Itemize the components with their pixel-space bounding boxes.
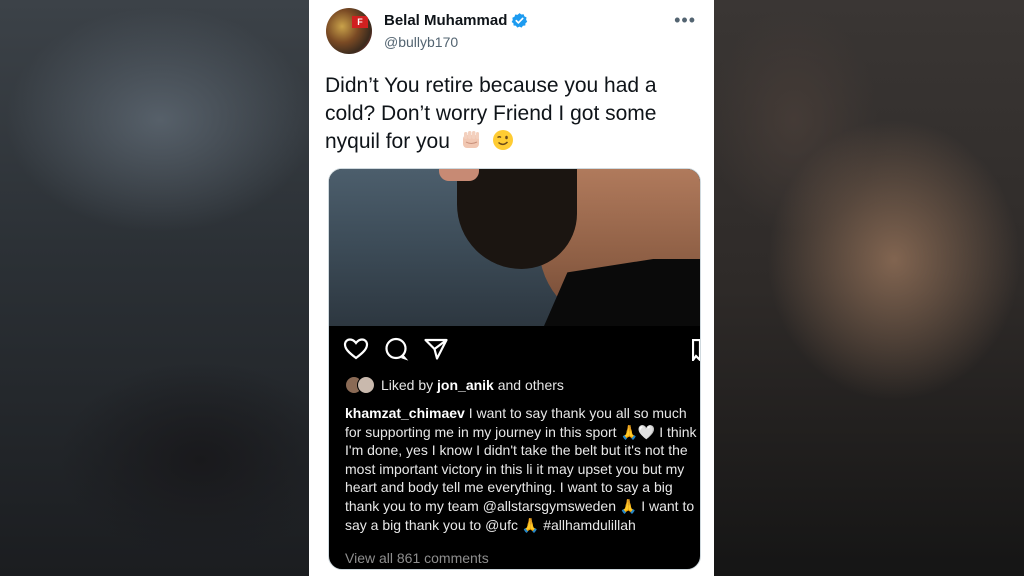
more-horizontal-icon[interactable]: ••• (674, 10, 696, 31)
heart-icon[interactable] (343, 337, 369, 361)
liker-avatar (357, 376, 375, 394)
blurred-background-left (0, 0, 320, 576)
caption-username[interactable]: khamzat_chimaev (345, 405, 465, 421)
display-name[interactable]: Belal Muhammad (384, 12, 507, 29)
verified-badge-icon (511, 12, 528, 29)
liked-by-prefix: Liked by (381, 377, 434, 393)
view-all-comments-link[interactable]: View all 861 comments (345, 550, 489, 566)
liked-by-suffix[interactable]: and others (498, 377, 564, 393)
liked-by-text: Liked by jon_anik and others (381, 377, 564, 393)
liked-by-user[interactable]: jon_anik (437, 377, 494, 393)
embedded-instagram-screenshot[interactable]: Liked by jon_anik and others khamzat_chi… (328, 168, 701, 570)
liked-by-row: Liked by jon_anik and others (345, 376, 564, 394)
share-icon[interactable] (423, 337, 449, 361)
post-caption: khamzat_chimaev I want to say thank you … (345, 404, 700, 534)
avatar[interactable]: F (326, 8, 372, 54)
post-photo (329, 169, 700, 326)
handle[interactable]: @bullyb170 (384, 34, 458, 50)
post-action-bar (343, 337, 449, 361)
blurred-background-right (714, 0, 1024, 576)
tweet-text: Didn’t You retire because you had a cold… (325, 72, 705, 156)
bookmark-icon[interactable] (691, 338, 700, 366)
winking-face-emoji-icon (492, 129, 514, 151)
comment-icon[interactable] (383, 337, 409, 361)
author-name-row: Belal Muhammad (384, 12, 528, 29)
tweet-card: F Belal Muhammad @bullyb170 ••• Didn’t Y… (309, 0, 714, 576)
caption-text: I want to say thank you all so much for … (345, 405, 697, 533)
fist-emoji-icon (460, 129, 482, 151)
